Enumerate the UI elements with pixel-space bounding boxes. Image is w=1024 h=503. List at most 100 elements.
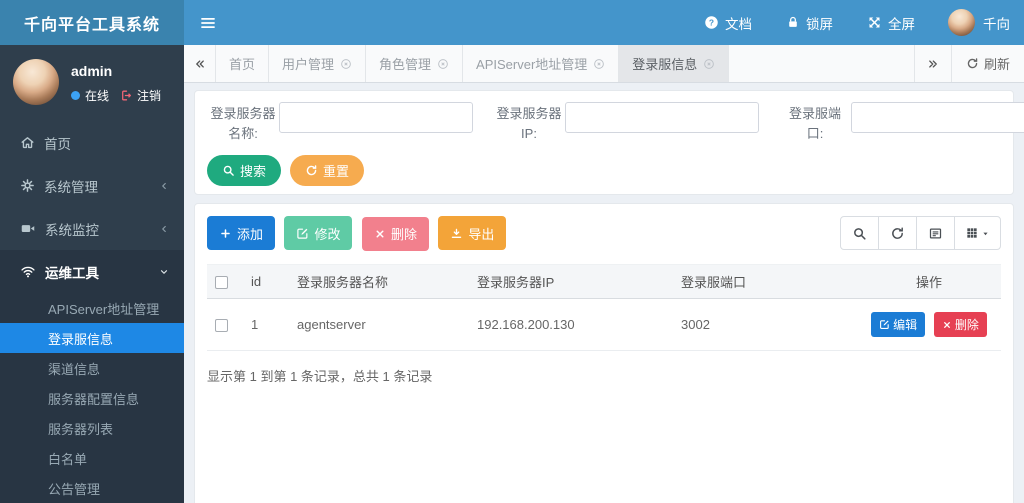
app-title[interactable]: 千向平台工具系统 [0,0,184,45]
subitem-label: 登录服信息 [48,331,114,347]
modify-button-label: 修改 [314,226,341,242]
field-login-server-port: 登录服端 口: [779,102,1024,143]
refresh-icon [305,164,318,177]
tab-label: 登录服信息 [632,57,698,72]
tab-label: 用户管理 [282,57,335,72]
search-panel: 登录服务器 名称: 登录服务器 IP: 登录服端 口: 搜索 重置 [194,90,1024,195]
table-view-controls [840,216,1001,250]
delete-button[interactable]: 删除 [361,216,429,251]
sidebar-subitem-login-server-info[interactable]: 登录服信息 [0,323,184,353]
sidebar-subitem-whitelist[interactable]: 白名单 [0,443,184,473]
modify-button[interactable]: 修改 [284,216,353,250]
user-menu[interactable]: 千向 [932,0,1024,45]
login-server-name-input[interactable] [279,102,473,133]
chevron-left-icon [158,223,170,235]
column-header-ip[interactable]: 登录服务器IP [469,263,673,299]
table-search-toggle-button[interactable] [840,216,879,250]
cell-port: 3002 [673,298,857,351]
chevron-left-icon [158,180,170,192]
row-edit-button[interactable]: 编辑 [871,311,926,337]
top-navbar: ? 文档 锁屏 全屏 千向 [184,0,1024,45]
close-icon[interactable] [437,58,449,70]
search-button-label: 搜索 [240,164,267,179]
lock-screen-menu-item[interactable]: 锁屏 [769,0,850,45]
export-button[interactable]: 导出 [438,216,507,250]
tab-apiserver-address[interactable]: APIServer地址管理 [463,45,620,82]
svg-text:?: ? [709,17,714,27]
gear-icon [20,178,35,193]
chevron-down-icon [158,266,170,278]
tabs-scroll-left-button[interactable] [184,45,216,82]
detail-view-icon [928,226,943,241]
sidebar-item-home[interactable]: 首页 [0,121,184,164]
reset-button[interactable]: 重置 [290,155,365,186]
sidebar-subitem-apiserver-address[interactable]: APIServer地址管理 [0,293,184,323]
subitem-label: 服务器列表 [48,421,114,437]
tab-role-management[interactable]: 角色管理 [366,45,464,82]
row-delete-button[interactable]: 删除 [933,312,987,337]
sidebar-toggle-button[interactable] [184,0,232,45]
tabs-scroll-right-button[interactable] [913,45,951,82]
sidebar-subitem-channel-info[interactable]: 渠道信息 [0,353,184,383]
field-login-server-ip: 登录服务器 IP: [493,102,779,143]
table-row[interactable]: 1 agentserver 192.168.200.130 3002 编辑 删除 [207,298,1001,351]
field-login-server-name: 登录服务器 名称: [207,102,493,143]
sidebar-item-ops-tools[interactable]: 运维工具 [0,250,184,293]
table-action-buttons: 添加 修改 删除 导出 [207,216,511,251]
add-button[interactable]: 添加 [207,216,276,250]
sidebar: admin 在线 注销 首页 系统管理 系统监控 运维工具 APIServer地… [0,45,184,503]
user-avatar [948,9,975,36]
close-icon[interactable] [340,58,352,70]
search-button[interactable]: 搜索 [207,155,282,186]
plus-icon [219,227,232,240]
main-content: 登录服务器 名称: 登录服务器 IP: 登录服端 口: 搜索 重置 添加 修改 … [184,83,1024,503]
table-detail-view-button[interactable] [916,216,955,250]
online-status-label: 在线 [85,89,110,103]
hamburger-icon [199,14,217,32]
login-server-port-input[interactable] [851,102,1024,133]
row-edit-label: 编辑 [893,317,918,332]
sidebar-item-system-monitor[interactable]: 系统监控 [0,207,184,250]
login-server-table: id 登录服务器名称 登录服务器IP 登录服端口 操作 1 agentserve… [207,263,1001,352]
select-all-checkbox[interactable] [215,275,228,289]
tab-user-management[interactable]: 用户管理 [269,45,367,82]
login-server-name-label: 登录服务器 名称: [210,106,276,141]
tab-home[interactable]: 首页 [216,45,270,82]
fullscreen-menu-item[interactable]: 全屏 [850,0,932,45]
close-icon[interactable] [593,58,605,70]
pagination-summary: 显示第 1 到第 1 条记录，总共 1 条记录 [207,369,433,384]
tab-refresh-button[interactable]: 刷新 [950,45,1024,82]
columns-grid-icon [965,226,979,240]
column-header-port[interactable]: 登录服端口 [673,263,857,299]
lock-icon [786,15,800,30]
login-server-ip-input[interactable] [565,102,759,133]
column-header-name[interactable]: 登录服务器名称 [289,263,469,299]
caret-down-icon [981,229,990,238]
sidebar-item-label: 系统监控 [45,222,99,238]
refresh-icon [890,226,905,241]
refresh-label: 刷新 [983,57,1010,72]
sidebar-user-name: admin [71,63,113,79]
logout-link[interactable]: 注销 [120,87,161,104]
table-columns-button[interactable] [954,216,1001,250]
tab-login-server-info[interactable]: 登录服信息 [619,45,730,82]
cell-id: 1 [243,298,289,351]
sidebar-item-label: 首页 [44,136,71,152]
docs-menu-item[interactable]: ? 文档 [687,0,769,45]
sidebar-item-system-management[interactable]: 系统管理 [0,164,184,207]
sign-out-icon [120,89,133,102]
column-header-actions: 操作 [857,263,1001,299]
column-header-id[interactable]: id [243,263,289,299]
tab-label: APIServer地址管理 [476,57,588,72]
subitem-label: 公告管理 [48,481,101,497]
close-icon[interactable] [703,58,715,70]
sidebar-treeview-ops-tools: 运维工具 APIServer地址管理 登录服信息 渠道信息 服务器配置信息 服务… [0,250,184,503]
sidebar-subitem-announcement[interactable]: 公告管理 [0,473,184,503]
sidebar-subitem-server-list[interactable]: 服务器列表 [0,413,184,443]
table-header-row: id 登录服务器名称 登录服务器IP 登录服端口 操作 [207,263,1001,299]
row-checkbox[interactable] [215,318,228,332]
sidebar-subitem-server-config[interactable]: 服务器配置信息 [0,383,184,413]
table-refresh-button[interactable] [878,216,917,250]
login-server-ip-label: 登录服务器 IP: [496,106,562,141]
sidebar-item-label: 系统管理 [44,179,98,195]
